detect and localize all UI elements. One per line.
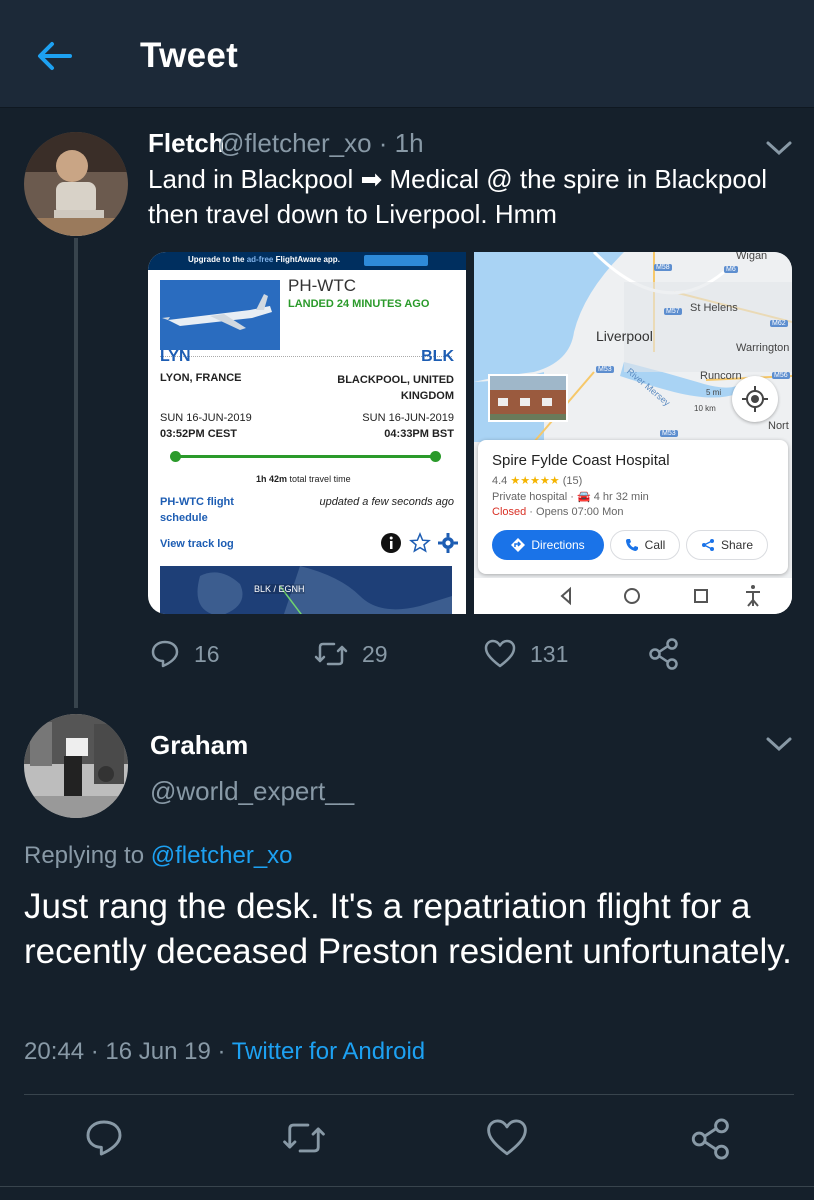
fa-banner: Upgrade to the ad-free FlightAware app. (148, 252, 466, 270)
reply-author-handle[interactable]: @world_expert__ (150, 776, 354, 807)
retweet-button[interactable] (282, 1118, 328, 1164)
retweet-count: 29 (362, 640, 388, 667)
flightaware-screenshot[interactable]: Upgrade to the ad-free FlightAware app. … (148, 252, 466, 614)
call-button[interactable]: Call (610, 530, 680, 560)
share-icon (701, 539, 714, 551)
fa-map-label: BLK / EGNH (254, 584, 305, 594)
fa-route-line (174, 455, 436, 458)
fa-updated: updated a few seconds ago (319, 496, 454, 508)
map-scale-mi: 5 mi (706, 388, 722, 397)
fa-status: LANDED 24 MINUTES AGO (288, 298, 430, 310)
tweet-meta: 20:44 · 16 Jun 19 · Twitter for Android (24, 1038, 426, 1065)
reply-icon (151, 640, 179, 668)
reply-text: Just rang the desk. It's a repatriation … (24, 887, 792, 971)
divider (24, 1094, 794, 1095)
like-button[interactable] (486, 1118, 532, 1164)
nav-home-icon (624, 588, 640, 604)
fa-map[interactable]: BLK / EGNH (160, 566, 452, 614)
place-type: Private hospital · 🚘 4 hr 32 min (492, 491, 649, 503)
road-m53-bottom: M53 (660, 430, 678, 437)
top-bar: Tweet (0, 0, 814, 108)
map-label-warrington: Warrington (736, 342, 790, 354)
accessibility-icon (746, 591, 760, 607)
fa-dest-dot (430, 451, 441, 462)
reply-button[interactable] (84, 1118, 130, 1164)
replying-to-link[interactable]: @fletcher_xo (151, 842, 293, 869)
reply-count: 16 (194, 640, 220, 667)
plane-image (160, 280, 280, 350)
fa-track-log-link[interactable]: View track log (160, 538, 234, 550)
fa-origin-time: 03:52PM CEST (160, 428, 238, 440)
fa-divider (160, 356, 452, 357)
place-title[interactable]: Spire Fylde Coast Hospital (492, 452, 670, 469)
share-button[interactable] (690, 1118, 736, 1164)
chevron-down-icon[interactable] (764, 138, 794, 158)
fa-total-time: 1h 42m total travel time (256, 474, 351, 484)
place-card[interactable]: Spire Fylde Coast Hospital 4.4 ★★★★★ (15… (478, 440, 788, 574)
map-label-st-helens: St Helens (690, 302, 738, 314)
graham-avatar[interactable] (24, 714, 128, 818)
map-label-liverpool: Liverpool (596, 328, 653, 344)
fa-dest-time: 04:33PM BST (384, 428, 454, 440)
my-location-button[interactable] (732, 376, 778, 422)
fa-origin-date: SUN 16-JUN-2019 (160, 412, 252, 424)
phone-icon (625, 539, 638, 551)
rating-stars: ★★★★★ (510, 475, 560, 487)
fa-dest-date: SUN 16-JUN-2019 (362, 412, 454, 424)
author-handle-time: @fletcher_xo · 1h (218, 128, 424, 158)
place-hours: Closed · Opens 07:00 Mon (492, 506, 624, 518)
google-maps-screenshot[interactable]: Wigan M58 M6 M57 St Helens M62 Liverpool… (474, 252, 792, 614)
like-count: 131 (530, 640, 569, 667)
share-action[interactable] (648, 636, 680, 672)
fa-action-icons (380, 532, 460, 554)
fa-dest-city: BLACKPOOL, UNITED KINGDOM (337, 374, 454, 402)
bottom-divider (0, 1186, 814, 1187)
share-button[interactable]: Share (686, 530, 768, 560)
map-label-wigan: Wigan (736, 252, 768, 262)
heart-icon (484, 639, 516, 668)
directions-icon (511, 538, 526, 552)
fa-dest-code: BLK (421, 348, 454, 365)
place-rating: 4.4 ★★★★★ (15) (492, 475, 583, 487)
back-arrow-icon[interactable] (34, 38, 74, 74)
road-m58: M58 (654, 264, 672, 271)
fa-schedule-link[interactable]: PH-WTC flight schedule (160, 494, 270, 526)
client-link[interactable]: Twitter for Android (232, 1038, 425, 1065)
fletch-avatar[interactable] (24, 132, 128, 236)
page-title: Tweet (140, 36, 239, 75)
road-m62: M62 (770, 320, 788, 327)
road-m53-top: M53 (596, 366, 614, 373)
like-action[interactable]: 131 (484, 636, 568, 672)
retweet-icon (314, 642, 348, 666)
chevron-down-icon[interactable] (764, 734, 794, 754)
thread-line (74, 238, 78, 708)
nav-back-icon (560, 586, 571, 606)
reply-action[interactable]: 16 (150, 636, 220, 672)
fa-origin-dot (170, 451, 181, 462)
hospital-photo[interactable] (488, 374, 568, 422)
author-name[interactable]: Fletch (148, 128, 225, 159)
tweet-text: Land in Blackpool ➡ Medical @ the spire … (148, 164, 768, 229)
share-icon (649, 638, 678, 670)
fa-registration: PH-WTC (288, 276, 356, 295)
reply-author-name[interactable]: Graham (150, 730, 248, 761)
fa-origin-city: LYON, FRANCE (160, 372, 242, 384)
map-scale-km: 10 km (694, 404, 716, 413)
road-m57: M57 (664, 308, 682, 315)
road-m6: M6 (724, 266, 738, 273)
replying-to: Replying to @fletcher_xo (24, 842, 293, 869)
nav-recents-icon (694, 589, 708, 603)
directions-button[interactable]: Directions (492, 530, 604, 560)
fa-origin-code: LYN (160, 348, 191, 365)
android-navbar (474, 578, 792, 614)
retweet-action[interactable]: 29 (314, 636, 388, 672)
